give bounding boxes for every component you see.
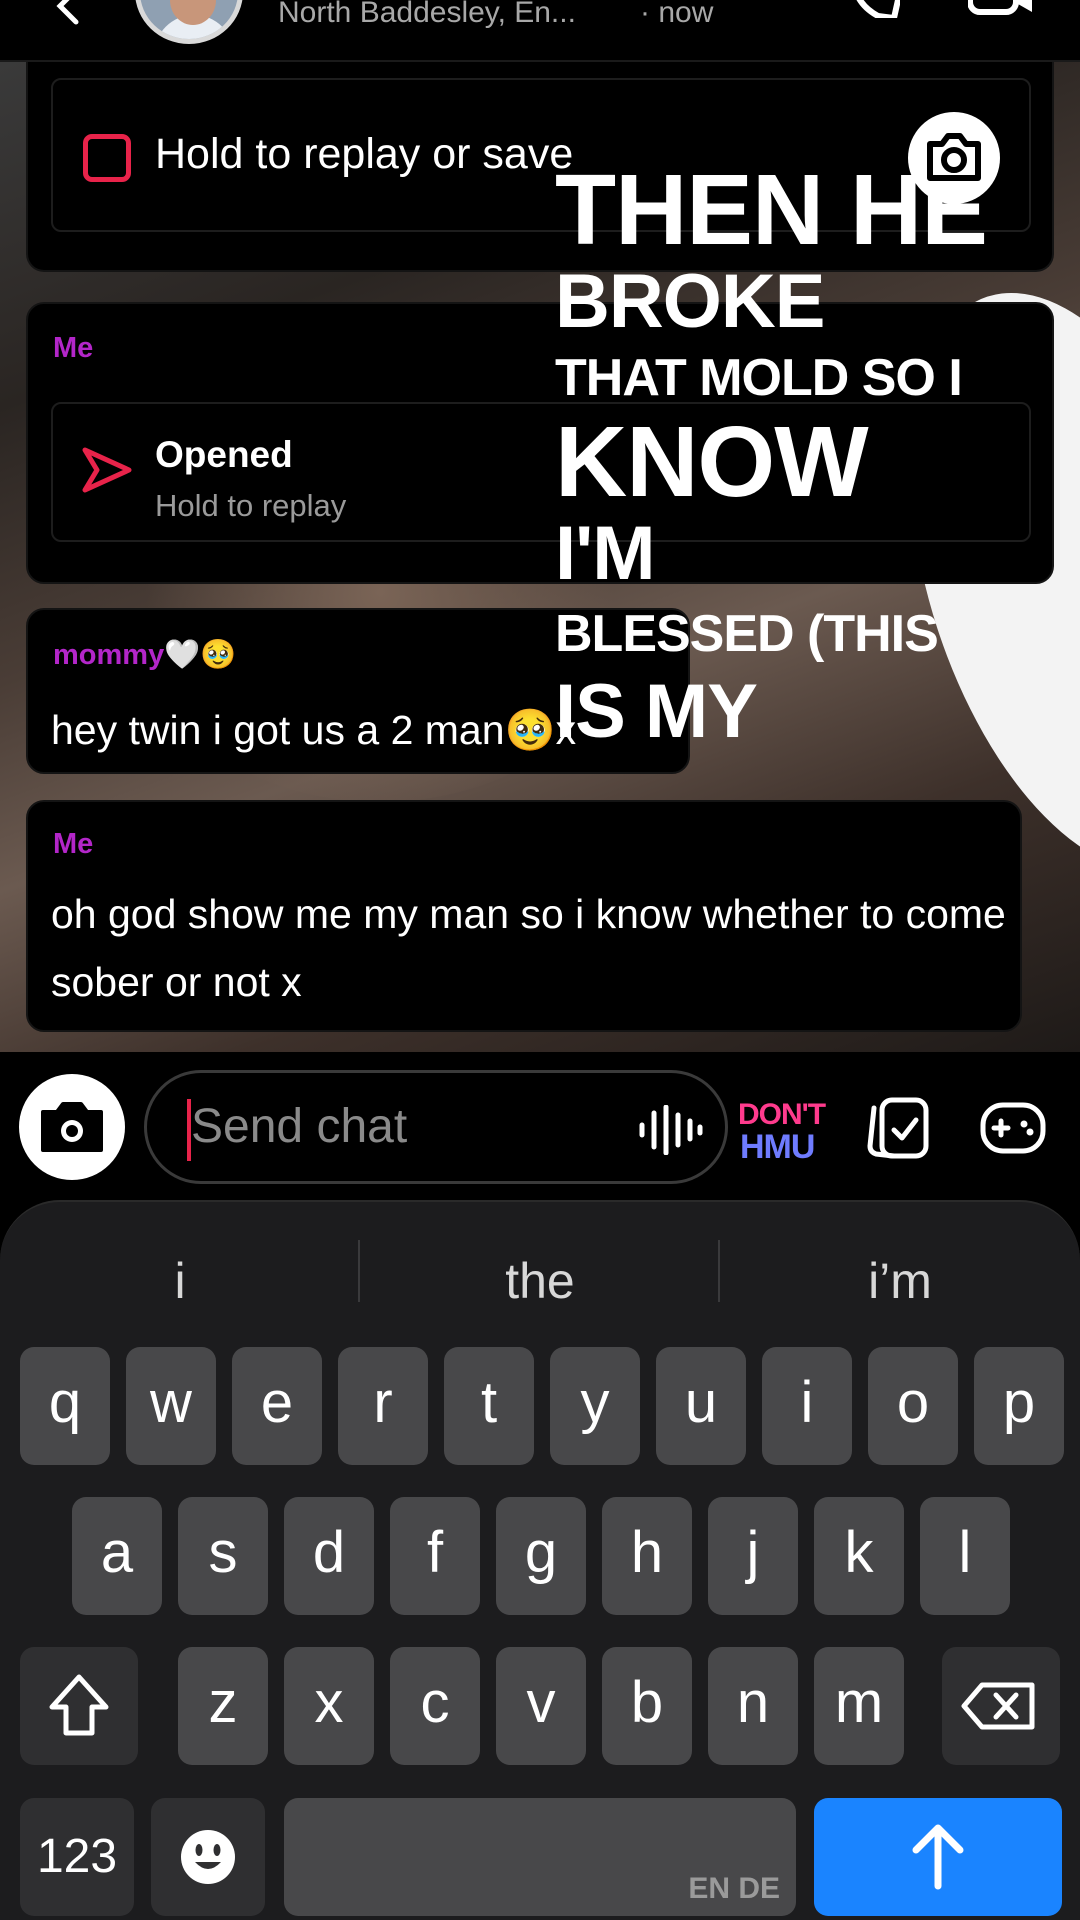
camera-icon[interactable]	[908, 112, 1000, 204]
suggestion-2[interactable]: the	[360, 1252, 720, 1310]
delete-key[interactable]	[942, 1647, 1060, 1765]
send-arrow-icon	[912, 1824, 964, 1890]
keyboard: i the i’m 123 EN DE qwertyuiopasdfghjkl	[0, 1200, 1080, 1920]
key-g[interactable]: g	[496, 1497, 586, 1615]
snap-label: Hold to replay or save	[155, 130, 574, 178]
message-card[interactable]: mommy🤍🥹 hey twin i got us a 2 man🥹x	[26, 608, 690, 774]
key-h[interactable]: h	[602, 1497, 692, 1615]
last-active-time: · now	[640, 0, 714, 29]
language-label: EN DE	[688, 1872, 780, 1905]
send-chat-input[interactable]: Send chat	[144, 1070, 728, 1184]
key-e[interactable]: e	[232, 1347, 322, 1465]
key-s[interactable]: s	[178, 1497, 268, 1615]
sender-name: Me	[53, 332, 94, 364]
shift-key[interactable]	[20, 1647, 138, 1765]
key-j[interactable]: j	[708, 1497, 798, 1615]
sticker-text-bottom: HMU	[740, 1128, 815, 1166]
key-f[interactable]: f	[390, 1497, 480, 1615]
message-card[interactable]: Me oh god show me my man so i know wheth…	[26, 800, 1022, 1032]
message-card: Me Opened Hold to replay	[26, 302, 1054, 584]
key-c[interactable]: c	[390, 1647, 480, 1765]
message-text: hey twin i got us a 2 man🥹x	[51, 707, 577, 753]
snap-status: Opened	[155, 434, 293, 475]
opened-arrow-icon	[82, 447, 132, 493]
key-n[interactable]: n	[708, 1647, 798, 1765]
camera-icon	[41, 1102, 103, 1152]
key-l[interactable]: l	[920, 1497, 1010, 1615]
phone-icon[interactable]	[850, 0, 900, 18]
key-x[interactable]: x	[284, 1647, 374, 1765]
snap-message[interactable]: Opened Hold to replay	[51, 402, 1031, 542]
key-k[interactable]: k	[814, 1497, 904, 1615]
key-z[interactable]: z	[178, 1647, 268, 1765]
avatar[interactable]	[135, 0, 243, 44]
sender-name: Me	[53, 828, 94, 860]
friend-location[interactable]: North Baddesley, En...	[278, 0, 576, 30]
chat-header: North Baddesley, En... · now	[0, 0, 1080, 62]
message-text: oh god show me my man so i know whether …	[51, 891, 1006, 1005]
key-y[interactable]: y	[550, 1347, 640, 1465]
games-icon[interactable]	[980, 1102, 1046, 1154]
video-icon[interactable]	[968, 0, 1034, 18]
memories-icon[interactable]	[866, 1094, 930, 1160]
key-t[interactable]: t	[444, 1347, 534, 1465]
key-b[interactable]: b	[602, 1647, 692, 1765]
key-v[interactable]: v	[496, 1647, 586, 1765]
back-chevron-icon[interactable]	[52, 0, 82, 26]
camera-button[interactable]	[19, 1074, 125, 1180]
key-m[interactable]: m	[814, 1647, 904, 1765]
emoji-icon	[181, 1830, 235, 1884]
emoji-key[interactable]	[151, 1798, 265, 1916]
chat-input-row: Send chat DON'T HMU	[0, 1052, 1080, 1202]
sticker-button[interactable]: DON'T HMU	[736, 1098, 836, 1166]
space-key[interactable]: EN DE	[284, 1798, 796, 1916]
suggestion-1[interactable]: i	[0, 1252, 360, 1310]
key-a[interactable]: a	[72, 1497, 162, 1615]
key-o[interactable]: o	[868, 1347, 958, 1465]
message-card: Hold to replay or save	[26, 62, 1054, 272]
unopened-snap-icon	[83, 134, 131, 182]
voice-icon[interactable]	[637, 1105, 703, 1155]
key-w[interactable]: w	[126, 1347, 216, 1465]
shift-icon	[49, 1674, 109, 1736]
snap-message[interactable]: Hold to replay or save	[51, 78, 1031, 232]
key-q[interactable]: q	[20, 1347, 110, 1465]
key-p[interactable]: p	[974, 1347, 1064, 1465]
chat-input-placeholder: Send chat	[191, 1100, 408, 1153]
key-i[interactable]: i	[762, 1347, 852, 1465]
snap-substatus: Hold to replay	[155, 488, 347, 523]
delete-icon	[961, 1682, 1035, 1730]
send-button[interactable]	[814, 1798, 1062, 1916]
key-d[interactable]: d	[284, 1497, 374, 1615]
suggestion-3[interactable]: i’m	[720, 1252, 1080, 1310]
sender-name: mommy🤍🥹	[53, 639, 237, 671]
numbers-key[interactable]: 123	[20, 1798, 134, 1916]
key-u[interactable]: u	[656, 1347, 746, 1465]
sticker-text-top: DON'T	[738, 1098, 826, 1131]
key-r[interactable]: r	[338, 1347, 428, 1465]
